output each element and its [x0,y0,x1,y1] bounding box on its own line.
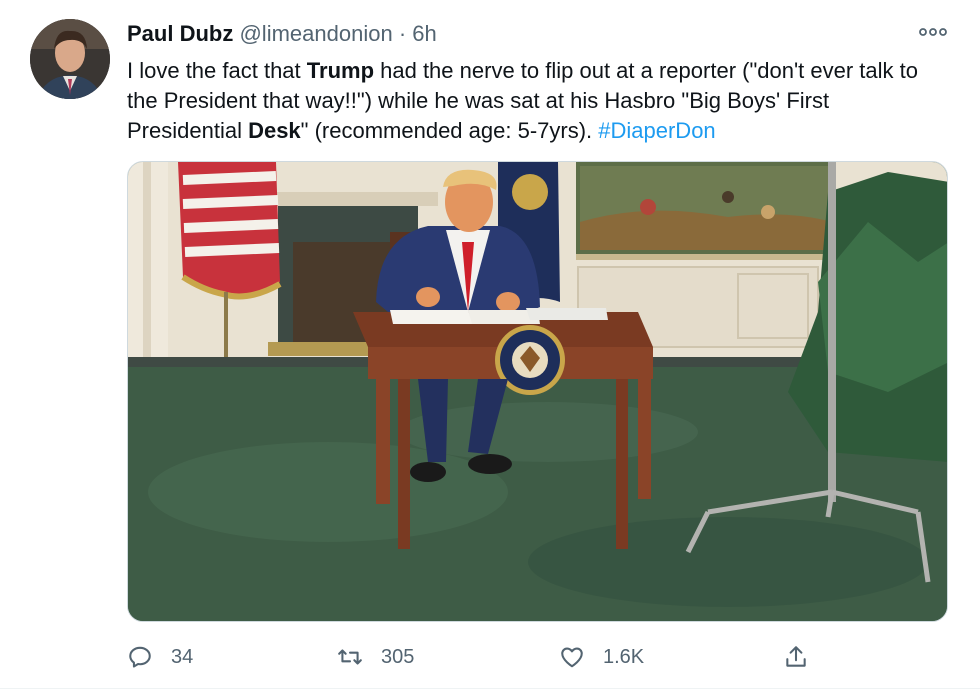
share-button[interactable] [783,640,827,674]
tweet-text-bold: Desk [248,118,301,143]
retweet-count: 305 [381,645,415,668]
tweet-time[interactable]: 6h [412,21,436,46]
tweet: Paul Dubz @limeandonion · 6h I love the … [0,0,980,691]
avatar-image [30,19,110,99]
separator-dot: · [398,21,407,46]
reply-button[interactable]: 34 [127,640,193,674]
tweet-header: Paul Dubz @limeandonion · 6h [127,20,437,48]
tweet-text: I love the fact that Trump had the nerve… [127,56,947,146]
tweet-actions: 34 305 1.6K [127,640,947,674]
author-handle[interactable]: @limeandonion [239,21,392,46]
tweet-text-bold: Trump [306,58,375,83]
more-icon[interactable] [918,22,948,42]
hashtag-link[interactable]: #DiaperDon [598,118,715,143]
tweet-text-part: " (recommended age: 5-7yrs). [300,118,599,143]
tweet-text-part: I love the fact that [127,58,307,83]
share-icon [786,646,806,667]
reply-count: 34 [171,645,194,668]
retweet-icon [338,649,362,665]
tweet-media-photo[interactable] [127,161,948,622]
author-name[interactable]: Paul Dubz [127,21,233,46]
like-button[interactable]: 1.6K [559,640,644,674]
like-count: 1.6K [603,645,645,668]
retweet-button[interactable]: 305 [337,640,414,674]
avatar[interactable] [30,19,110,99]
like-icon [561,647,583,668]
reply-icon [129,646,151,668]
divider [0,688,980,689]
